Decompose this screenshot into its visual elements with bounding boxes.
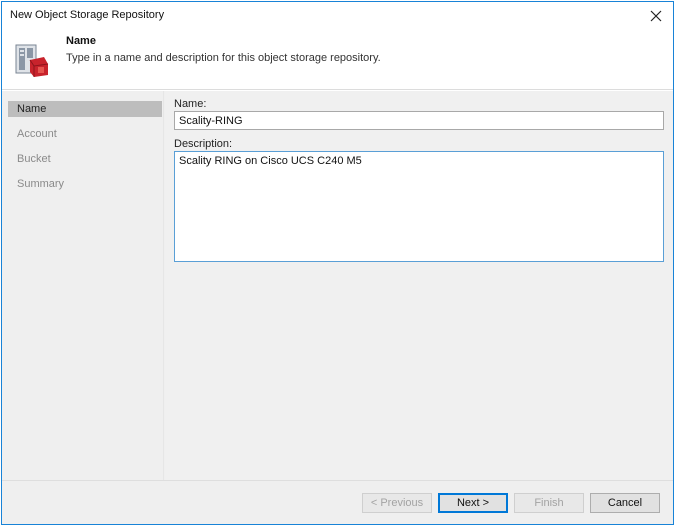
name-input[interactable] — [174, 111, 664, 130]
window-title: New Object Storage Repository — [10, 9, 165, 21]
step-description: Type in a name and description for this … — [66, 52, 381, 64]
sidebar-item-account[interactable]: Account — [8, 126, 162, 142]
wizard-steps-sidebar: Name Account Bucket Summary — [2, 91, 164, 480]
previous-button[interactable]: < Previous — [362, 493, 432, 513]
wizard-header: Name Type in a name and description for … — [2, 30, 673, 90]
cancel-button[interactable]: Cancel — [590, 493, 660, 513]
sidebar-item-bucket[interactable]: Bucket — [8, 151, 162, 167]
object-storage-icon — [15, 44, 49, 77]
next-button[interactable]: Next > — [438, 493, 508, 513]
finish-button[interactable]: Finish — [514, 493, 584, 513]
description-textarea[interactable]: Scality RING on Cisco UCS C240 M5 — [174, 151, 664, 262]
title-bar: New Object Storage Repository — [2, 2, 673, 30]
name-label: Name: — [174, 98, 207, 110]
step-title: Name — [66, 35, 96, 47]
form-panel: Name: Description: Scality RING on Cisco… — [165, 91, 673, 480]
description-label: Description: — [174, 138, 233, 150]
close-icon — [650, 10, 662, 22]
wizard-window: New Object Storage Repository Name Type … — [1, 1, 674, 525]
close-button[interactable] — [645, 5, 667, 27]
sidebar-item-summary[interactable]: Summary — [8, 176, 162, 192]
sidebar-item-name[interactable]: Name — [8, 101, 162, 117]
wizard-footer: < Previous Next > Finish Cancel — [2, 480, 673, 524]
